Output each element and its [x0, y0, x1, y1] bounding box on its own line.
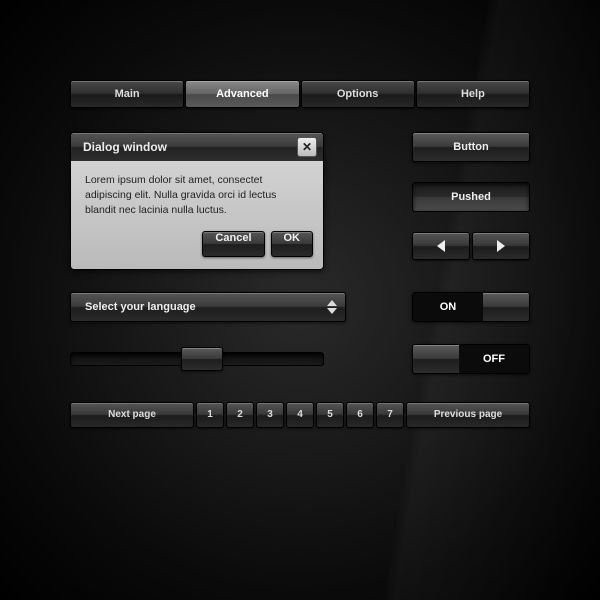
dropdown-label: Select your language [85, 301, 196, 313]
triangle-left-icon [437, 240, 445, 252]
pushed-button[interactable]: Pushed [412, 182, 530, 212]
tab-options[interactable]: Options [301, 80, 415, 108]
ok-button[interactable]: OK [271, 231, 314, 257]
previous-page-button[interactable]: Previous page [406, 402, 530, 428]
close-icon[interactable]: ✕ [297, 137, 317, 157]
toggle-on[interactable]: ON [412, 292, 530, 322]
page-5[interactable]: 5 [316, 402, 344, 428]
primary-button[interactable]: Button [412, 132, 530, 162]
stepper-icon [327, 300, 337, 314]
page-4[interactable]: 4 [286, 402, 314, 428]
page-1[interactable]: 1 [196, 402, 224, 428]
arrow-right-button[interactable] [472, 232, 530, 260]
page-2[interactable]: 2 [226, 402, 254, 428]
toggle-off-label: OFF [459, 345, 529, 373]
tab-main[interactable]: Main [70, 80, 184, 108]
toggle-handle [483, 293, 529, 321]
tab-advanced[interactable]: Advanced [185, 80, 299, 108]
page-3[interactable]: 3 [256, 402, 284, 428]
dialog-window: Dialog window ✕ Lorem ipsum dolor sit am… [70, 132, 324, 270]
triangle-right-icon [497, 240, 505, 252]
slider-thumb[interactable] [181, 347, 223, 371]
toggle-off[interactable]: OFF [412, 344, 530, 374]
arrow-left-button[interactable] [412, 232, 470, 260]
dialog-title: Dialog window [83, 140, 167, 154]
dialog-body-text: Lorem ipsum dolor sit amet, consectet ad… [71, 161, 323, 231]
cancel-button[interactable]: Cancel [202, 231, 264, 257]
language-dropdown[interactable]: Select your language [70, 292, 346, 322]
next-page-button[interactable]: Next page [70, 402, 194, 428]
toggle-on-label: ON [413, 293, 483, 321]
toggle-handle [413, 345, 459, 373]
page-7[interactable]: 7 [376, 402, 404, 428]
slider[interactable] [70, 352, 324, 366]
tab-help[interactable]: Help [416, 80, 530, 108]
page-6[interactable]: 6 [346, 402, 374, 428]
